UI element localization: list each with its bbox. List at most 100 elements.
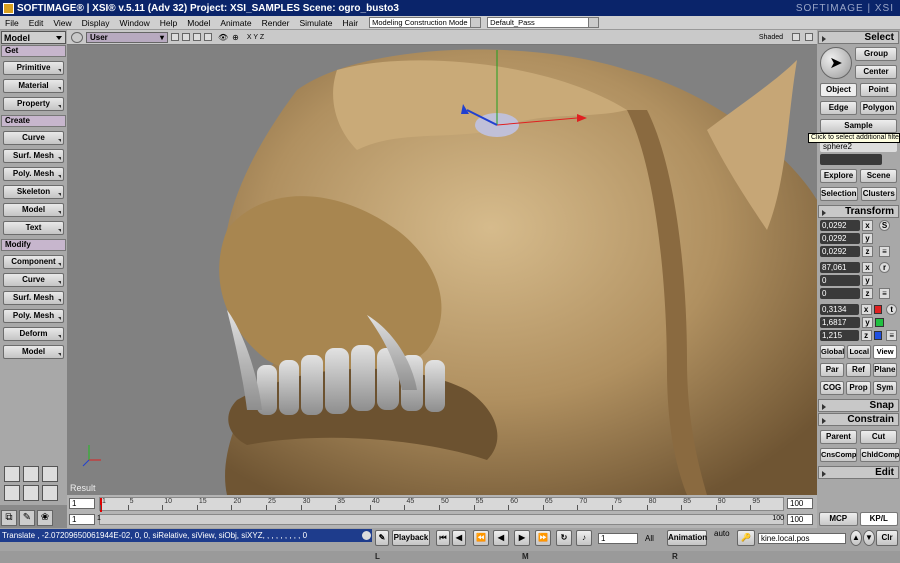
get-material-button[interactable]: Material [3,79,64,93]
next-key-icon[interactable]: ⏩ [535,530,551,546]
menu-window[interactable]: Window [115,18,155,28]
clear-button[interactable]: Clr [876,530,898,546]
menu-render[interactable]: Render [257,18,295,28]
trans-z-axis[interactable]: z [860,330,872,341]
edit-header[interactable]: Edit [818,466,899,479]
cut-button[interactable]: Cut [860,430,897,444]
tab-mcp[interactable]: MCP [819,512,858,526]
vp-maximize-icon[interactable] [792,33,800,41]
view-space-button[interactable]: View [873,345,897,359]
pin-icon[interactable]: ⊕ [232,33,239,42]
trans-x-field[interactable]: 0,3134 [820,304,859,315]
trans-y-field[interactable]: 1,6817 [820,317,860,328]
parent-button[interactable]: Parent [820,430,857,444]
local-space-button[interactable]: Local [847,345,872,359]
menu-file[interactable]: File [0,18,24,28]
create-surf-mesh-button[interactable]: Surf. Mesh [3,149,64,163]
rot-y-axis[interactable]: y [862,275,873,286]
pass-dropdown[interactable]: Default_Pass [487,17,600,28]
menu-simulate[interactable]: Simulate [294,18,337,28]
clusters-button[interactable]: Clusters [860,187,897,201]
modify-component-button[interactable]: Component [3,255,64,269]
layout-max-icon[interactable] [42,485,58,501]
sym-button[interactable]: Sym [872,381,897,395]
select-point-button[interactable]: Point [860,83,897,97]
ref-button[interactable]: Ref [846,363,871,377]
loop-icon[interactable]: ↻ [556,530,572,546]
auto-key-label[interactable]: auto [714,529,730,538]
camera-dropdown[interactable]: User ▾ [86,31,168,43]
modify-surf-mesh-button[interactable]: Surf. Mesh [3,291,64,305]
prop-button[interactable]: Prop [846,381,871,395]
menu-model[interactable]: Model [182,18,215,28]
transform-tool-icon[interactable]: ⧉ [1,510,17,526]
rot-y-field[interactable]: 0 [820,275,860,286]
command-history-icon[interactable] [362,531,371,540]
brush-tool-icon[interactable]: ✎ [19,510,35,526]
trans-x-color-icon[interactable] [873,305,883,314]
snap-header[interactable]: Snap [818,399,899,412]
scale-y-axis[interactable]: y [862,233,873,244]
rot-z-field[interactable]: 0 [820,288,860,299]
timeline-end2-field[interactable]: 100 [787,514,813,525]
layout-split-icon[interactable] [23,466,39,482]
plane-button[interactable]: Plane [872,363,897,377]
selection-filter-field[interactable] [820,154,882,165]
3d-viewport[interactable]: User ▾ 👁 ⊕ X Y Z Shaded Result [67,30,817,495]
sample-filter-button[interactable]: Sample [820,119,897,133]
construction-mode-dropdown[interactable]: Modeling Construction Mode [369,17,482,28]
shading-mode[interactable]: Shaded [759,34,783,41]
get-primitive-button[interactable]: Primitive [3,61,64,75]
key-icon[interactable]: 🔑 [737,530,755,546]
cog-button[interactable]: COG [820,381,845,395]
translate-menu-icon[interactable]: ≡ [886,330,898,341]
layout-vsplit-icon[interactable] [23,485,39,501]
param-down-icon[interactable]: ▼ [863,530,875,546]
selection-button[interactable]: Selection [820,187,858,201]
select-polygon-button[interactable]: Polygon [860,101,897,115]
rot-x-field[interactable]: 87,061 [820,262,860,273]
eye-icon[interactable]: 👁 [218,33,228,42]
rotate-icon[interactable]: r [879,262,890,273]
select-group-button[interactable]: Group [855,47,897,61]
time-range-slider[interactable]: 1 100 [97,514,784,525]
current-frame-field[interactable]: 1 [598,533,638,544]
create-skeleton-button[interactable]: Skeleton [3,185,64,199]
audio-icon[interactable]: ♪ [576,530,592,546]
menu-animate[interactable]: Animate [215,18,256,28]
modify-model-button[interactable]: Model [3,345,64,359]
param-up-icon[interactable]: ▲ [850,530,862,546]
go-start-icon[interactable]: ⏮ [436,530,450,546]
viewport-b-icon[interactable] [71,31,83,43]
create-model-button[interactable]: Model [3,203,64,217]
timeline-end-field[interactable]: 100 [787,498,813,509]
timeline-start2-field[interactable]: 1 [69,514,95,525]
prev-key-icon[interactable]: ⏪ [473,530,489,546]
chldcomp-button[interactable]: ChldComp [860,448,900,462]
rot-x-axis[interactable]: x [862,262,873,273]
cnscomp-button[interactable]: CnsComp [820,448,858,462]
vp-toggle-1[interactable] [171,33,179,41]
rotate-menu-icon[interactable]: ≡ [879,288,890,299]
vp-toggle-3[interactable] [193,33,201,41]
all-label[interactable]: All [645,534,654,543]
explore-button[interactable]: Explore [820,169,857,183]
paw-tool-icon[interactable]: ❀ [37,510,53,526]
scale-z-axis[interactable]: z [862,246,873,257]
select-center-button[interactable]: Center [855,65,897,79]
prev-frame-icon[interactable]: ◀ [452,530,466,546]
timeline-start-field[interactable]: 1 [69,498,95,509]
scale-icon[interactable]: S [879,220,890,231]
menu-view[interactable]: View [48,18,76,28]
get-property-button[interactable]: Property [3,97,64,111]
animation-button[interactable]: Animation [667,530,707,546]
modify-deform-button[interactable]: Deform [3,327,64,341]
command-line[interactable]: Translate , -2.07209650061944E-02, 0, 0,… [0,529,372,542]
layout-single-icon[interactable] [42,466,58,482]
select-edge-button[interactable]: Edge [820,101,857,115]
scale-x-field[interactable]: 0,0292 [820,220,860,231]
menu-help[interactable]: Help [155,18,182,28]
menu-hair[interactable]: Hair [338,18,364,28]
menu-edit[interactable]: Edit [24,18,49,28]
scale-y-field[interactable]: 0,0292 [820,233,860,244]
